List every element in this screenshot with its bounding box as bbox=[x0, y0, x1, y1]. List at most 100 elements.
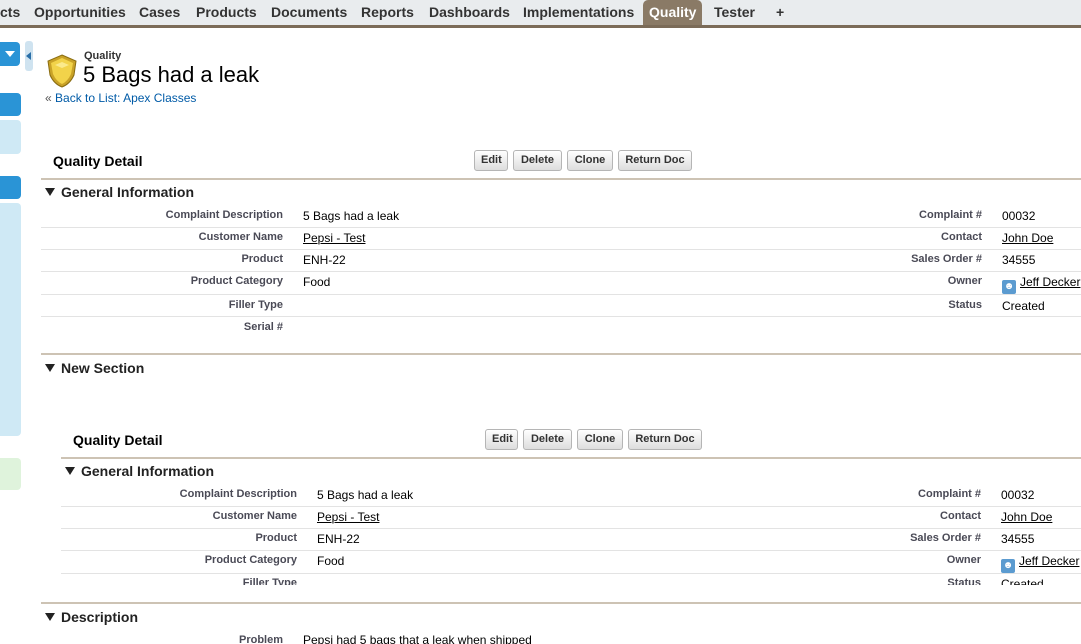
tab-reports[interactable]: Reports bbox=[361, 0, 414, 25]
section-general-information[interactable]: General Information bbox=[45, 184, 194, 200]
breadcrumb: « Back to List: Apex Classes bbox=[45, 91, 196, 105]
owner-link[interactable]: Jeff Decker bbox=[1020, 275, 1080, 289]
field-label: Contact bbox=[940, 510, 981, 522]
edit-button[interactable]: Edit bbox=[474, 150, 508, 171]
sidebar-panel bbox=[0, 203, 21, 436]
field-label: Serial # bbox=[243, 321, 283, 333]
field-label: Filler Type bbox=[242, 577, 297, 585]
field-label: Owner bbox=[947, 275, 982, 287]
contact-link[interactable]: John Doe bbox=[1001, 510, 1052, 524]
row-divider bbox=[61, 528, 1081, 529]
tab-quality[interactable]: Quality bbox=[643, 0, 703, 25]
field-label: Problem bbox=[238, 634, 283, 644]
field-label: Product Category bbox=[190, 275, 283, 287]
add-tab-icon[interactable]: + bbox=[776, 0, 784, 25]
user-icon: ☻ bbox=[1002, 280, 1016, 294]
field-label: Complaint Description bbox=[179, 488, 297, 500]
field-value: Pepsi had 5 bags that a leak when shippe… bbox=[303, 633, 532, 644]
field-value: 34555 bbox=[1002, 253, 1036, 267]
sidebar-header-block bbox=[0, 93, 21, 116]
section-description[interactable]: Description bbox=[45, 609, 138, 625]
sidebar-dropdown-button[interactable] bbox=[0, 42, 20, 66]
field-value: 34555 bbox=[1001, 532, 1035, 546]
tab-products[interactable]: Products bbox=[196, 0, 257, 25]
field-value: 00032 bbox=[1002, 209, 1036, 223]
field-label: Status bbox=[948, 299, 982, 311]
quality-shield-icon bbox=[47, 54, 77, 88]
collapse-triangle-icon bbox=[45, 364, 55, 372]
field-value: Food bbox=[317, 554, 345, 568]
field-label: Status bbox=[947, 577, 981, 585]
edit-button[interactable]: Edit bbox=[485, 429, 518, 450]
field-label: Customer Name bbox=[198, 231, 283, 243]
row-divider bbox=[41, 316, 1081, 317]
back-prefix: « bbox=[45, 91, 52, 105]
row-divider bbox=[41, 249, 1081, 250]
field-label: Product Category bbox=[204, 554, 297, 566]
tab-accounts[interactable]: cts bbox=[0, 0, 20, 25]
collapse-triangle-icon bbox=[45, 188, 55, 196]
back-to-list-link[interactable]: Back to List: Apex Classes bbox=[55, 91, 196, 105]
page-title: 5 Bags had a leak bbox=[83, 62, 260, 87]
row-divider bbox=[41, 294, 1081, 295]
row-divider bbox=[41, 227, 1081, 228]
section-general-information[interactable]: General Information bbox=[65, 463, 214, 479]
field-label: Complaint # bbox=[919, 209, 982, 221]
sidebar-panel bbox=[0, 120, 21, 154]
field-value: Food bbox=[303, 275, 331, 289]
user-icon: ☻ bbox=[1001, 559, 1015, 573]
object-label: Quality bbox=[84, 50, 122, 62]
field-value: Created bbox=[1001, 577, 1044, 585]
clone-button[interactable]: Clone bbox=[577, 429, 623, 450]
tab-implementations[interactable]: Implementations bbox=[523, 0, 634, 25]
contact-link[interactable]: John Doe bbox=[1002, 231, 1053, 245]
field-label: Filler Type bbox=[228, 299, 283, 311]
collapse-triangle-icon bbox=[65, 467, 75, 475]
field-value: Created bbox=[1002, 299, 1045, 313]
field-value: ENH-22 bbox=[303, 253, 346, 267]
row-divider bbox=[61, 573, 1081, 574]
field-label: Sales Order # bbox=[911, 253, 982, 265]
owner-field: ☻ Jeff Decker bbox=[1001, 554, 1079, 573]
field-label: Owner bbox=[946, 554, 981, 566]
tab-opportunities[interactable]: Opportunities bbox=[34, 0, 126, 25]
tab-documents[interactable]: Documents bbox=[271, 0, 347, 25]
delete-button[interactable]: Delete bbox=[513, 150, 562, 171]
row-divider bbox=[41, 271, 1081, 272]
owner-field: ☻ Jeff Decker bbox=[1002, 275, 1080, 294]
customer-name-link[interactable]: Pepsi - Test bbox=[303, 231, 365, 245]
tab-tester[interactable]: Tester bbox=[714, 0, 755, 25]
field-value: ENH-22 bbox=[317, 532, 360, 546]
return-doc-button[interactable]: Return Doc bbox=[618, 150, 692, 171]
field-label: Product bbox=[241, 253, 283, 265]
field-label: Complaint # bbox=[918, 488, 981, 500]
section-divider bbox=[41, 178, 1081, 180]
tab-bar: cts Opportunities Cases Products Documen… bbox=[0, 0, 1081, 28]
section-divider bbox=[41, 353, 1081, 355]
section-divider bbox=[41, 602, 1081, 604]
row-divider bbox=[61, 506, 1081, 507]
detail-title: Quality Detail bbox=[73, 432, 163, 448]
field-label: Customer Name bbox=[212, 510, 297, 522]
collapse-triangle-icon bbox=[45, 613, 55, 621]
owner-link[interactable]: Jeff Decker bbox=[1019, 554, 1079, 568]
sidebar-collapse-handle[interactable] bbox=[25, 41, 33, 71]
field-label: Product bbox=[255, 532, 297, 544]
sidebar-header-block bbox=[0, 176, 21, 199]
field-label: Sales Order # bbox=[910, 532, 981, 544]
section-new-section[interactable]: New Section bbox=[45, 360, 144, 376]
field-label: Complaint Description bbox=[165, 209, 283, 221]
row-divider bbox=[61, 550, 1081, 551]
section-divider bbox=[61, 457, 1081, 459]
field-value: 00032 bbox=[1001, 488, 1035, 502]
clone-button[interactable]: Clone bbox=[567, 150, 613, 171]
delete-button[interactable]: Delete bbox=[523, 429, 572, 450]
tab-cases[interactable]: Cases bbox=[139, 0, 180, 25]
tab-dashboards[interactable]: Dashboards bbox=[429, 0, 510, 25]
field-value: 5 Bags had a leak bbox=[303, 209, 400, 223]
return-doc-button[interactable]: Return Doc bbox=[628, 429, 702, 450]
customer-name-link[interactable]: Pepsi - Test bbox=[317, 510, 379, 524]
detail-title: Quality Detail bbox=[53, 153, 143, 169]
field-value: 5 Bags had a leak bbox=[317, 488, 414, 502]
field-label: Contact bbox=[941, 231, 982, 243]
